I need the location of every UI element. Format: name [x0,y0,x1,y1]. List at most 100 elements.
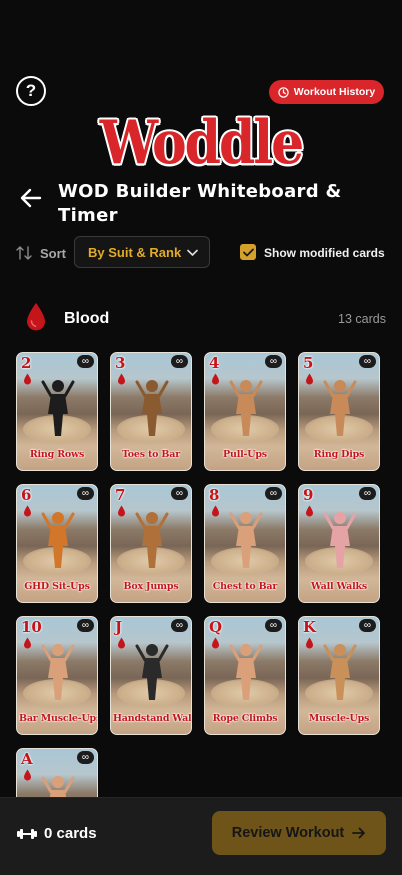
infinity-badge: ∞ [359,619,376,632]
sort-controls: Sort By Suit & Rank Show modified cards [16,236,386,270]
card-exercise-name: Rope Climbs [212,713,278,724]
sort-select-value: By Suit & Rank [88,244,182,260]
review-workout-label: Review Workout [231,825,345,841]
infinity-badge: ∞ [171,619,188,632]
checkmark-icon [242,248,254,256]
woddle-logo: Woddle [99,108,304,179]
card-rank: 8 [209,486,220,504]
card-illustration [135,512,169,568]
infinity-badge: ∞ [359,355,376,368]
sort-select[interactable]: By Suit & Rank [74,236,210,268]
exercise-card[interactable]: 6 ∞ GHD Sit-Ups [16,484,98,603]
show-modified-checkbox[interactable] [240,244,256,260]
infinity-badge: ∞ [359,487,376,500]
blood-drop-icon [118,637,125,649]
card-illustration [229,644,263,700]
blood-drop-icon [306,637,313,649]
exercise-card[interactable]: 7 ∞ Box Jumps [110,484,192,603]
card-exercise-name: Bar Muscle-Ups [19,713,98,724]
card-rank: 3 [115,354,126,372]
card-illustration [323,644,357,700]
card-exercise-name: Box Jumps [123,581,179,592]
blood-drop-icon [118,373,125,385]
infinity-badge: ∞ [77,355,94,368]
card-exercise-name: Chest to Bar [212,581,278,592]
exercise-card[interactable]: 4 ∞ Pull-Ups [204,352,286,471]
blood-drop-icon [212,637,219,649]
arrow-right-icon [352,827,366,839]
infinity-badge: ∞ [171,487,188,500]
bottom-bar: 0 cards Review Workout [0,797,402,875]
card-rank: A [21,750,33,768]
infinity-badge: ∞ [265,487,282,500]
card-exercise-name: Muscle-Ups [308,713,370,724]
exercise-card[interactable]: 9 ∞ Wall Walks [298,484,380,603]
suit-card-count: 13 cards [338,312,386,326]
card-illustration [229,512,263,568]
infinity-badge: ∞ [77,487,94,500]
card-rank: 4 [209,354,220,372]
dumbbell-icon [17,829,37,839]
card-rank: K [303,618,317,636]
blood-drop-icon [24,769,31,781]
card-exercise-name: Ring Rows [29,449,85,460]
exercise-card[interactable]: 2 ∞ Ring Rows [16,352,98,471]
card-exercise-name: Ring Dips [313,449,365,460]
exercise-card[interactable]: J ∞ Handstand Walk [110,616,192,735]
infinity-badge: ∞ [171,355,188,368]
card-exercise-name: Toes to Bar [121,449,181,460]
blood-drop-icon [24,505,31,517]
blood-drop-icon [212,505,219,517]
back-arrow-icon[interactable] [20,188,42,208]
card-rank: 9 [303,486,314,504]
infinity-badge: ∞ [77,751,94,764]
card-illustration [41,644,75,700]
card-rank: 10 [21,618,42,636]
blood-drop-icon [24,637,31,649]
card-rank: 6 [21,486,32,504]
selected-cards-count: 0 cards [44,825,97,842]
sort-label: Sort [40,246,66,261]
card-exercise-name: Handstand Walk [113,713,192,724]
blood-drop-icon [212,373,219,385]
infinity-badge: ∞ [265,619,282,632]
card-rank: J [115,618,123,636]
sort-arrows-icon [16,246,32,260]
exercise-card[interactable]: 5 ∞ Ring Dips [298,352,380,471]
card-rank: 7 [115,486,126,504]
clock-icon [278,86,289,98]
card-illustration [135,380,169,436]
card-exercise-name: Wall Walks [310,581,368,592]
card-illustration [135,644,169,700]
exercise-card[interactable]: 8 ∞ Chest to Bar [204,484,286,603]
exercise-card[interactable]: Q ∞ Rope Climbs [204,616,286,735]
blood-drop-icon [306,505,313,517]
card-rank: 2 [21,354,32,372]
infinity-badge: ∞ [265,355,282,368]
exercise-card[interactable]: 10 ∞ Bar Muscle-Ups [16,616,98,735]
card-exercise-name: GHD Sit-Ups [24,581,90,592]
blood-drop-icon [306,373,313,385]
card-illustration [323,380,357,436]
suit-header: Blood 13 cards [24,302,386,334]
card-rank: 5 [303,354,314,372]
blood-drop-icon [24,373,31,385]
workout-history-label: Workout History [293,86,376,98]
card-illustration [41,380,75,436]
show-modified-label[interactable]: Show modified cards [264,246,385,260]
page-title: WOD Builder Whiteboard & Timer [58,181,342,226]
infinity-badge: ∞ [77,619,94,632]
review-workout-button[interactable]: Review Workout [212,811,386,855]
card-exercise-name: Pull-Ups [223,449,267,460]
workout-history-button[interactable]: Workout History [269,80,384,104]
suit-name: Blood [64,310,110,327]
card-illustration [323,512,357,568]
card-illustration [229,380,263,436]
blood-drop-icon [118,505,125,517]
card-illustration [41,512,75,568]
blood-drop-icon [27,303,45,331]
help-button[interactable]: ? [16,76,46,106]
exercise-card[interactable]: 3 ∞ Toes to Bar [110,352,192,471]
chevron-down-icon [187,249,198,256]
exercise-card[interactable]: K ∞ Muscle-Ups [298,616,380,735]
